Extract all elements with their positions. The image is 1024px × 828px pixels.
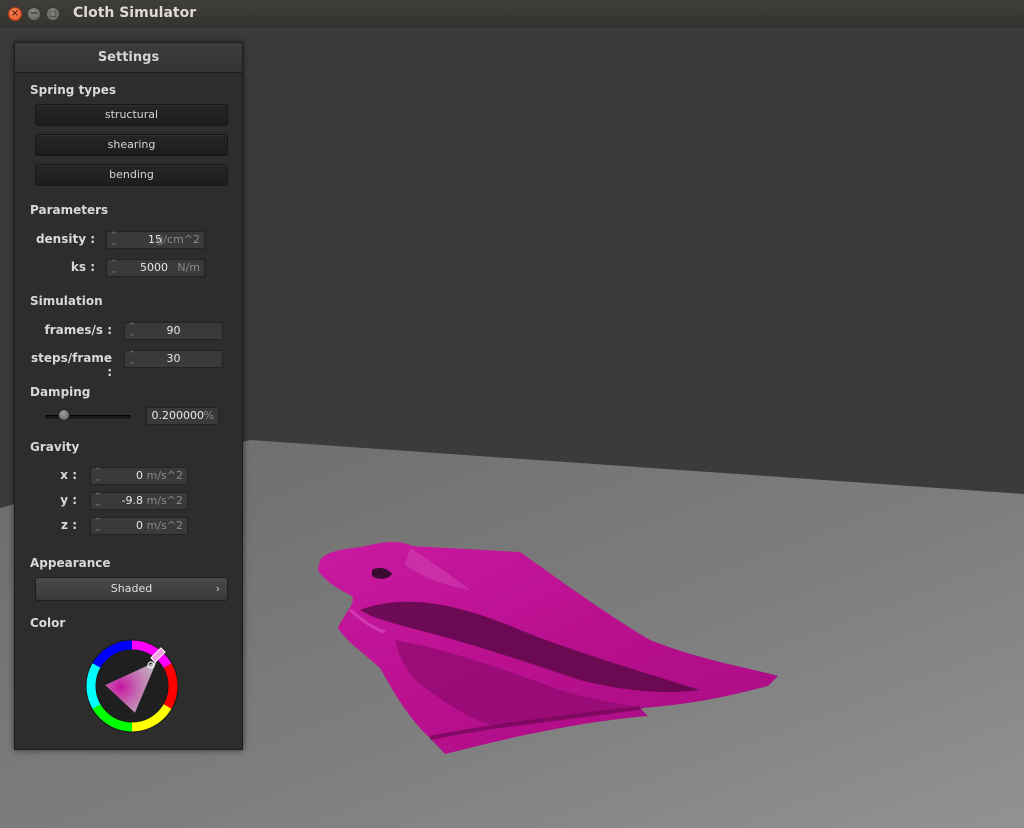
bending-button[interactable]: bending [35,164,228,186]
gravity-x-label: x : [60,468,77,482]
damping-slider-handle[interactable] [57,409,70,421]
damping-value: 0.200000 [151,409,205,422]
gravity-y-label: y : [60,493,77,507]
settings-panel: Settings Spring types structural shearin… [14,42,243,750]
spring-types-heading: Spring types [30,83,117,97]
maximize-window-button[interactable]: □ [46,7,60,21]
steps-value: 30 [166,352,181,365]
shearing-button[interactable]: shearing [35,134,228,156]
ks-field[interactable]: ⌃ ⌄ 5000 N/m [106,259,205,277]
simulation-heading: Simulation [30,294,103,308]
parameters-heading: Parameters [30,203,109,217]
damping-heading: Damping [30,385,91,399]
window-title: Cloth Simulator [73,5,197,21]
chevron-right-icon: › [215,582,220,595]
gravity-z-field[interactable]: ⌃ ⌄ 0 m/s^2 [90,517,188,535]
ks-value: 5000 [140,261,168,274]
steps-label: steps/frame : [30,351,112,379]
density-label: density : [35,232,95,246]
spin-arrows-icon[interactable]: ⌃ ⌄ [110,260,118,276]
appearance-selected: Shaded [110,582,153,595]
gravity-x-value: 0 [136,469,143,482]
damping-field[interactable]: 0.200000 % [146,407,219,425]
minimize-window-button[interactable]: − [27,7,41,21]
appearance-dropdown[interactable]: Shaded › [35,577,228,601]
gravity-y-value: -9.8 [121,494,143,507]
gravity-x-unit: m/s^2 [146,469,183,482]
fps-value: 90 [166,324,181,337]
gravity-z-label: z : [61,518,77,532]
steps-field[interactable]: ⌃ ⌄ 30 [124,350,223,368]
gravity-y-unit: m/s^2 [146,494,183,507]
gravity-heading: Gravity [30,440,80,454]
fps-label: frames/s : [44,323,112,337]
ks-label: ks : [70,260,95,274]
damping-unit: % [203,409,214,422]
gravity-z-unit: m/s^2 [146,519,183,532]
color-wheel[interactable] [85,639,179,733]
ks-unit: N/m [177,261,200,274]
close-window-button[interactable]: × [8,7,22,21]
spin-arrows-icon[interactable]: ⌃ ⌄ [94,493,102,509]
panel-title[interactable]: Settings [15,43,242,73]
fps-field[interactable]: ⌃ ⌄ 90 [124,322,223,340]
gravity-y-field[interactable]: ⌃ ⌄ -9.8 m/s^2 [90,492,188,510]
title-bar: × − □ Cloth Simulator [0,0,1024,29]
spin-arrows-icon[interactable]: ⌃ ⌄ [128,351,136,367]
gravity-z-value: 0 [136,519,143,532]
structural-button[interactable]: structural [35,104,228,126]
spin-arrows-icon[interactable]: ⌃ ⌄ [94,468,102,484]
density-field[interactable]: ⌃ ⌄ 15 g/cm^2 [106,231,205,249]
gravity-x-field[interactable]: ⌃ ⌄ 0 m/s^2 [90,467,188,485]
spin-arrows-icon[interactable]: ⌃ ⌄ [94,518,102,534]
color-heading: Color [30,616,66,630]
spin-arrows-icon[interactable]: ⌃ ⌄ [128,323,136,339]
density-unit: g/cm^2 [156,233,200,246]
spin-arrows-icon[interactable]: ⌃ ⌄ [110,232,118,248]
appearance-heading: Appearance [30,556,111,570]
